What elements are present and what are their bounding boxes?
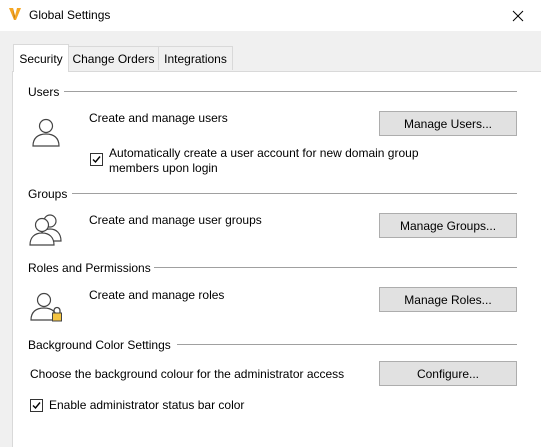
user-lock-icon bbox=[30, 292, 62, 322]
configure-label: Configure... bbox=[416, 366, 480, 381]
close-icon bbox=[512, 10, 524, 21]
enable-status-bar-color-checkbox[interactable] bbox=[30, 399, 43, 412]
tab-security-label: Security bbox=[19, 51, 63, 66]
manage-users-button[interactable]: Manage Users... bbox=[379, 111, 517, 136]
app-logo-icon bbox=[9, 8, 21, 20]
close-button[interactable] bbox=[495, 0, 541, 31]
tab-change-orders-label: Change Orders bbox=[72, 51, 155, 66]
group-icon bbox=[29, 214, 62, 246]
user-icon bbox=[32, 118, 60, 147]
groups-description: Create and manage user groups bbox=[89, 213, 262, 227]
background-description: Choose the background colour for the adm… bbox=[30, 367, 345, 381]
users-separator bbox=[64, 91, 517, 92]
title-bar: Global Settings bbox=[0, 0, 541, 31]
auto-create-user-checkbox[interactable] bbox=[90, 153, 103, 166]
roles-separator bbox=[154, 267, 517, 268]
users-description: Create and manage users bbox=[89, 111, 228, 125]
tab-integrations[interactable]: Integrations bbox=[158, 46, 233, 70]
tab-integrations-label: Integrations bbox=[164, 51, 227, 66]
roles-heading: Roles and Permissions bbox=[28, 261, 151, 275]
tab-change-orders[interactable]: Change Orders bbox=[68, 46, 159, 70]
checkmark-icon bbox=[92, 156, 101, 164]
groups-heading: Groups bbox=[28, 187, 68, 201]
background-separator bbox=[177, 344, 517, 345]
enable-status-bar-color-label: Enable administrator status bar color bbox=[49, 398, 245, 412]
manage-roles-label: Manage Roles... bbox=[404, 292, 492, 307]
groups-separator bbox=[72, 193, 517, 194]
auto-create-user-label: Automatically create a user account for … bbox=[109, 146, 419, 175]
manage-roles-button[interactable]: Manage Roles... bbox=[379, 287, 517, 312]
tab-security[interactable]: Security bbox=[13, 44, 69, 72]
users-heading: Users bbox=[28, 85, 60, 99]
roles-description: Create and manage roles bbox=[89, 288, 225, 302]
manage-groups-button[interactable]: Manage Groups... bbox=[379, 213, 517, 238]
configure-button[interactable]: Configure... bbox=[379, 361, 517, 386]
manage-groups-label: Manage Groups... bbox=[399, 218, 497, 233]
manage-users-label: Manage Users... bbox=[403, 116, 493, 131]
checkmark-icon bbox=[32, 402, 41, 410]
window-title: Global Settings bbox=[29, 8, 111, 22]
background-heading: Background Color Settings bbox=[28, 338, 171, 352]
